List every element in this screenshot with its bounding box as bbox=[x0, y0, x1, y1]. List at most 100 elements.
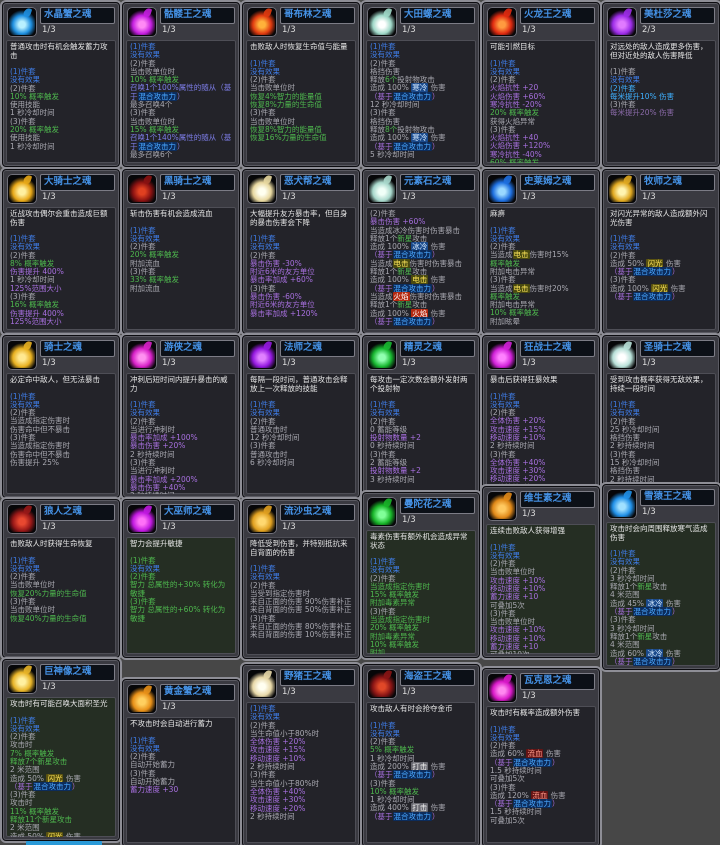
card-effect-line: 来自背面的伤害 10%伤害补正 bbox=[250, 631, 352, 639]
card-effect-line: 60% 概率触发 bbox=[490, 159, 592, 163]
flame-orb-icon bbox=[9, 666, 35, 692]
card-description: 击败敌人时获得生命恢复 bbox=[10, 540, 112, 549]
flame-orb-icon bbox=[249, 342, 275, 368]
soul-card[interactable]: 美杜莎之魂2/3对远处的敌人造成更多伤害，但对近处的敌人伤害降低(1)件套没有效… bbox=[602, 2, 720, 167]
flame-orb-icon bbox=[609, 491, 635, 517]
soul-card[interactable]: 狂战士之魂1/3暴击后获得狂暴效果(1)件套没有效果(2)件套全体伤害 +20%… bbox=[482, 335, 600, 498]
soul-card[interactable]: 瓦克恩之魂1/3攻击时有概率造成额外伤害(1)件套没有效果(2)件套造成 60%… bbox=[482, 668, 600, 845]
soul-orb-icon bbox=[487, 673, 517, 703]
card-body: 攻击时会向周围释放寒气造成伤害(1)件套没有效果(2)件套3 秒冷却时间释放1个… bbox=[606, 522, 716, 666]
card-description: 降低受到伤害，并特别抵抗来自背面的伤害 bbox=[250, 540, 352, 557]
card-body: 击败敌人时恢复生命值与能量(1)件套没有效果(2)件套当击败单位时恢复4%智力的… bbox=[246, 40, 356, 163]
card-effect-line: 2 秒持续时间 bbox=[130, 492, 232, 494]
effect-text: ） bbox=[432, 317, 440, 326]
effect-text: 6 秒冷却时间 bbox=[250, 458, 295, 467]
effect-text: （基于 bbox=[370, 317, 393, 326]
soul-orb-icon bbox=[247, 7, 277, 37]
soul-card[interactable]: 火龙王之魂1/3可能引燃目标(1)件套没有效果(2)件套火焰抗性 +20火焰伤害… bbox=[482, 2, 600, 167]
soul-card[interactable]: 黄金蟹之魂1/3不攻击时会自动进行蓄力(1)件套没有效果(2)件套自动开始蓄力(… bbox=[122, 679, 240, 845]
card-body: 降低受到伤害，并特别抵抗来自背面的伤害(1)件套没有效果(2)件套当受到指定伤害… bbox=[246, 537, 356, 655]
soul-card[interactable]: 恶犬帮之魂1/3大幅提升友方暴击率，但自身的暴击伤害会下降(1)件套没有效果(2… bbox=[242, 169, 360, 334]
soul-card[interactable]: 雪猿王之魂1/3攻击时会向周围释放寒气造成伤害(1)件套没有效果(2)件套3 秒… bbox=[602, 484, 720, 670]
card-piece-count: 1/3 bbox=[42, 522, 56, 532]
soul-card-grid: 水晶蟹之魂1/3普通攻击时有机会触发蓄力攻击(1)件套没有效果(2)件套10% … bbox=[0, 0, 720, 845]
soul-orb-icon bbox=[7, 174, 37, 204]
card-title: 法师之魂 bbox=[280, 340, 355, 357]
soul-orb-icon bbox=[247, 504, 277, 534]
soul-card[interactable]: 大田螺之魂1/3(1)件套没有效果(2)件套格挡伤害释放6个投射物攻击造成 10… bbox=[362, 2, 480, 167]
soul-card[interactable]: 海盗王之魂1/3攻击敌人有时会抢夺金币(1)件套没有效果(2)件套5% 概率触发… bbox=[362, 664, 480, 845]
card-body: 攻击敌人有时会抢夺金币(1)件套没有效果(2)件套5% 概率触发1 秒冷却时间造… bbox=[366, 702, 476, 843]
soul-card[interactable]: 巨神像之魂1/3攻击时有可能召唤大面积圣光(1)件套没有效果(2)件套攻击时7%… bbox=[2, 659, 120, 841]
flame-orb-icon bbox=[9, 342, 35, 368]
card-piece-count: 1/3 bbox=[42, 358, 56, 368]
card-title: 大田螺之魂 bbox=[400, 7, 475, 24]
soul-card[interactable]: 骷髅王之魂1/3(1)件套没有效果(2)件套当击败单位时10% 概率触发召唤1个… bbox=[122, 2, 240, 167]
flame-orb-icon bbox=[9, 176, 35, 202]
effect-text: 寒冷 bbox=[411, 133, 428, 142]
card-title: 雪猿王之魂 bbox=[640, 489, 715, 506]
card-effect-line: 1 秒冷却时间 bbox=[10, 143, 112, 151]
effect-text: 混合攻击力 bbox=[393, 317, 433, 326]
card-effect-line: （基于混合攻击力） bbox=[610, 658, 712, 666]
soul-orb-icon bbox=[7, 664, 37, 694]
soul-orb-icon bbox=[487, 174, 517, 204]
flame-orb-icon bbox=[129, 686, 155, 712]
card-title: 狂战士之魂 bbox=[520, 340, 595, 357]
card-effect-line: 最多召唤6个 bbox=[130, 151, 232, 159]
soul-orb-icon bbox=[367, 497, 397, 527]
soul-card[interactable]: 曼陀花之魂1/3毒素伤害有额外机会造成异常状态(1)件套没有效果(2)件套当造成… bbox=[362, 492, 480, 658]
card-body: (1)件套没有效果(2)件套格挡伤害释放6个投射物攻击造成 100% 寒冷 伤害… bbox=[366, 40, 476, 163]
effect-text: 可叠加10次 bbox=[490, 650, 530, 654]
effect-text: 3 秒持续时间 bbox=[370, 475, 415, 484]
soul-orb-icon bbox=[607, 174, 637, 204]
soul-orb-icon bbox=[247, 340, 277, 370]
soul-card[interactable]: 法师之魂1/3每隔一段时间，普通攻击会释放上一次释放的技能(1)件套没有效果(2… bbox=[242, 335, 360, 498]
soul-orb-icon bbox=[127, 340, 157, 370]
soul-card[interactable]: 狼人之魂1/3击败敌人时获得生命恢复(1)件套没有效果(2)件套当击败单位时恢复… bbox=[2, 499, 120, 658]
soul-orb-icon bbox=[7, 7, 37, 37]
card-body: 受到攻击概率获得无敌效果，持续一段时间(1)件套没有效果(2)件套25 秒冷却时… bbox=[606, 373, 716, 494]
effect-text: 闪光 bbox=[46, 832, 63, 837]
flame-orb-icon bbox=[489, 342, 515, 368]
soul-orb-icon bbox=[127, 504, 157, 534]
card-body: 可能引燃目标(1)件套没有效果(2)件套火焰抗性 +20火焰伤害 +60%寒冷抗… bbox=[486, 40, 596, 163]
soul-card[interactable]: 大巫师之魂1/3智力会提升敏捷(1)件套没有效果(2)件套智力 总属性的+30%… bbox=[122, 499, 240, 658]
card-piece-count: 1/3 bbox=[402, 192, 416, 202]
next-row-card-peek bbox=[26, 841, 102, 845]
effect-text: 伤害时20% bbox=[530, 284, 569, 293]
soul-card[interactable]: 哥布林之魂1/3击败敌人时恢复生命值与能量(1)件套没有效果(2)件套当击败单位… bbox=[242, 2, 360, 167]
flame-orb-icon bbox=[369, 499, 395, 525]
effect-text: 智力 总属性的+60% 转化为敏捷 bbox=[130, 605, 225, 622]
card-effect-line: 可叠加5次 bbox=[490, 817, 592, 825]
card-effect-line: 蓄力速度 +30 bbox=[130, 786, 232, 794]
soul-card[interactable]: 维生素之魂1/3连续击败敌人获得增强(1)件套没有效果(2)件套当击败单位时攻击… bbox=[482, 486, 600, 658]
card-piece-count: 1/3 bbox=[282, 25, 296, 35]
soul-card[interactable]: 圣骑士之魂1/3受到攻击概率获得无敌效果，持续一段时间(1)件套没有效果(2)件… bbox=[602, 335, 720, 498]
card-title: 野猪王之魂 bbox=[280, 669, 355, 686]
card-title: 圣骑士之魂 bbox=[640, 340, 715, 357]
soul-card[interactable]: 骑士之魂1/3必定命中敌人，但无法暴击(1)件套没有效果(2)件套当造成指定伤害… bbox=[2, 335, 120, 498]
card-effect-line: 召唤1个100%属性的随从（基于混合攻击力） bbox=[130, 84, 232, 101]
soul-card[interactable]: 史莱姆之魂1/3麻痹(1)件套没有效果(2)件套当造成电击伤害时15%概率触发附… bbox=[482, 169, 600, 334]
effect-text: 伤害提升 25% bbox=[10, 458, 59, 467]
card-piece-count: 1/3 bbox=[162, 358, 176, 368]
soul-card[interactable]: 牧师之魂1/3对闪光异常的敌人造成额外闪光伤害(1)件套没有效果(2)件套造成 … bbox=[602, 169, 720, 334]
card-effect-line: 伤害提升 25% bbox=[10, 459, 112, 467]
soul-card[interactable]: 黑骑士之魂1/3斩击伤害有机会造成流血(1)件套没有效果(2)件套20% 概率触… bbox=[122, 169, 240, 334]
effect-text: 附加 bbox=[370, 648, 385, 654]
card-body: 每隔一段时间，普通攻击会释放上一次释放的技能(1)件套没有效果(2)件套普通攻击… bbox=[246, 373, 356, 494]
card-body: 对远处的敌人造成更多伤害，但对近处的敌人伤害降低(1)件套没有效果(2)件套每米… bbox=[606, 40, 716, 163]
soul-card[interactable]: 精灵之魂1/3每攻击一定次数会额外发射两个投射物(1)件套没有效果(2)件套0 … bbox=[362, 335, 480, 498]
soul-orb-icon bbox=[607, 7, 637, 37]
card-description: 攻击敌人有时会抢夺金币 bbox=[370, 705, 472, 714]
soul-card[interactable]: 大骑士之魂1/3近战攻击偶尔会重击造成巨额伤害(1)件套没有效果(2)件套8% … bbox=[2, 169, 120, 334]
soul-card[interactable]: 游侠之魂1/3冲刺后短时间内提升暴击的威力(1)件套没有效果(2)件套当进行冲刺… bbox=[122, 335, 240, 498]
effect-text: 攻击 bbox=[412, 300, 427, 309]
soul-card[interactable]: 野猪王之魂1/3(1)件套没有效果(2)件套当生命值小于80%时全体伤害 +20… bbox=[242, 664, 360, 845]
soul-card[interactable]: 水晶蟹之魂1/3普通攻击时有机会触发蓄力攻击(1)件套没有效果(2)件套10% … bbox=[2, 2, 120, 167]
flame-orb-icon bbox=[489, 493, 515, 519]
soul-card[interactable]: 流沙虫之魂1/3降低受到伤害，并特别抵抗来自背面的伤害(1)件套没有效果(2)件… bbox=[242, 499, 360, 659]
soul-card[interactable]: 元素石之魂1/3(2)件套暴击伤害 +60%当造成冰冷伤害时伤害暴击释放1个新星… bbox=[362, 169, 480, 334]
card-body: 必定命中敌人，但无法暴击(1)件套没有效果(2)件套当造成指定伤害时伤害命中但不… bbox=[6, 373, 116, 494]
